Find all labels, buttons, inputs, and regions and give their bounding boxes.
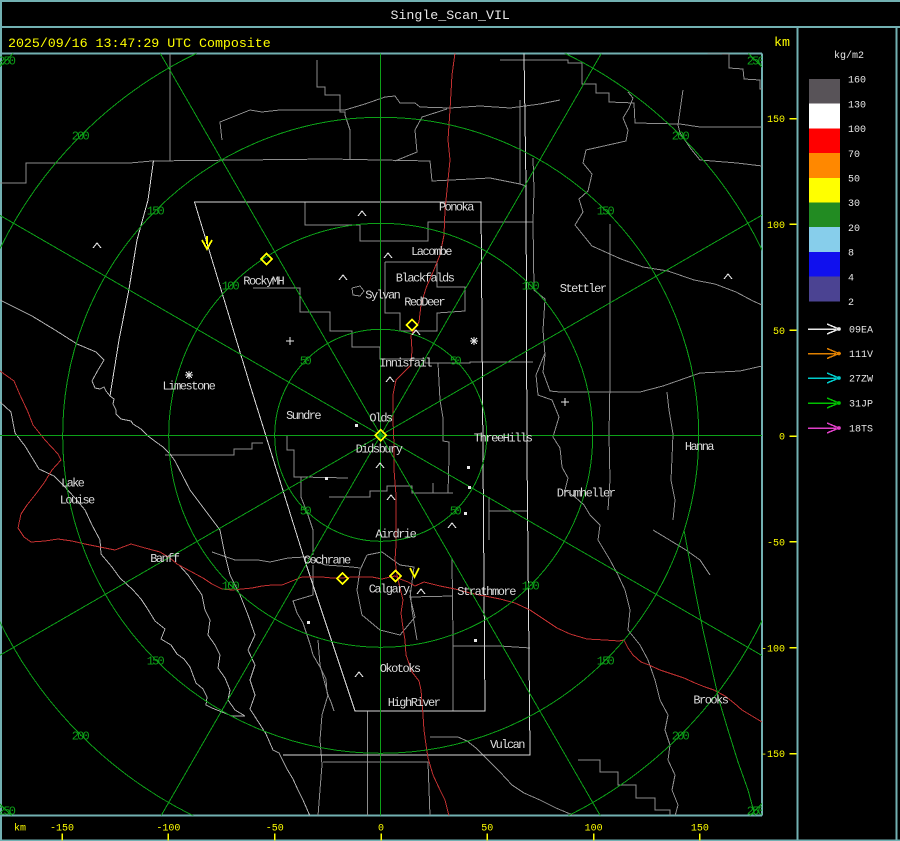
svg-text:200: 200 — [72, 129, 90, 143]
svg-text:200: 200 — [672, 729, 690, 743]
svg-text:Olds: Olds — [369, 411, 393, 425]
svg-text:31JP: 31JP — [849, 400, 873, 411]
svg-text:70: 70 — [848, 150, 860, 161]
svg-text:Airdrie: Airdrie — [375, 527, 416, 541]
svg-text:Limestone: Limestone — [163, 379, 216, 393]
svg-text:Single_Scan_VIL: Single_Scan_VIL — [391, 8, 510, 23]
svg-text:Vulcan: Vulcan — [490, 738, 526, 752]
svg-text:Okotoks: Okotoks — [380, 662, 421, 676]
svg-text:-150: -150 — [761, 750, 785, 761]
svg-text:Brooks: Brooks — [693, 694, 729, 708]
svg-text:50: 50 — [300, 504, 312, 518]
svg-text:150: 150 — [691, 823, 709, 834]
svg-text:-50: -50 — [266, 823, 284, 834]
svg-text:200: 200 — [72, 729, 90, 743]
svg-text:250: 250 — [0, 54, 16, 68]
svg-text:50: 50 — [450, 354, 462, 368]
svg-text:30: 30 — [848, 199, 860, 210]
svg-text:Hanna: Hanna — [685, 440, 715, 454]
svg-text:Cochrane: Cochrane — [304, 553, 351, 567]
svg-text:150: 150 — [767, 115, 785, 126]
svg-text:150: 150 — [147, 204, 165, 218]
svg-text:2025/09/16 13:47:29 UTC Compos: 2025/09/16 13:47:29 UTC Composite — [8, 36, 271, 51]
svg-text:Sundre: Sundre — [286, 409, 322, 423]
svg-text:-100: -100 — [156, 823, 180, 834]
svg-text:0: 0 — [779, 433, 785, 444]
svg-text:Didsbury: Didsbury — [356, 443, 403, 457]
svg-text:km: km — [14, 822, 26, 834]
svg-text:18TS: 18TS — [849, 425, 873, 436]
svg-text:27ZW: 27ZW — [849, 375, 873, 386]
svg-text:130: 130 — [848, 100, 866, 111]
svg-text:50: 50 — [773, 327, 785, 338]
svg-text:100: 100 — [585, 823, 603, 834]
svg-text:Stettler: Stettler — [560, 282, 607, 296]
svg-text:2: 2 — [848, 298, 854, 309]
svg-text:Ponoka: Ponoka — [439, 200, 475, 214]
svg-text:100: 100 — [848, 125, 866, 136]
svg-text:km: km — [774, 35, 790, 50]
svg-text:200: 200 — [672, 129, 690, 143]
svg-text:Drumheller: Drumheller — [557, 487, 616, 501]
svg-text:Strathmore: Strathmore — [457, 585, 516, 599]
svg-text:100: 100 — [222, 579, 240, 593]
svg-text:250: 250 — [747, 54, 765, 68]
svg-text:160: 160 — [848, 76, 866, 87]
svg-text:50: 50 — [450, 504, 462, 518]
svg-text:100: 100 — [522, 579, 540, 593]
svg-text:-50: -50 — [767, 539, 785, 550]
svg-text:150: 150 — [147, 654, 165, 668]
svg-text:-150: -150 — [50, 823, 74, 834]
svg-text:Louise: Louise — [60, 493, 95, 507]
svg-text:50: 50 — [848, 175, 860, 186]
svg-text:150: 150 — [597, 204, 615, 218]
svg-text:-100: -100 — [761, 644, 785, 655]
svg-text:Lake: Lake — [61, 477, 85, 491]
svg-text:100: 100 — [522, 279, 540, 293]
svg-text:kg/m2: kg/m2 — [834, 50, 864, 62]
svg-text:8: 8 — [848, 249, 854, 260]
svg-text:Innisfail: Innisfail — [379, 357, 432, 371]
svg-text:150: 150 — [597, 654, 615, 668]
svg-text:Sylvan: Sylvan — [365, 288, 401, 302]
svg-text:100: 100 — [222, 279, 240, 293]
svg-text:HighRiver: HighRiver — [388, 696, 441, 710]
svg-text:111V: 111V — [849, 350, 873, 361]
svg-text:RockyMH: RockyMH — [243, 275, 284, 289]
svg-text:09EA: 09EA — [849, 326, 873, 337]
svg-text:4: 4 — [848, 273, 854, 284]
svg-text:50: 50 — [481, 823, 493, 834]
svg-text:Banff: Banff — [150, 552, 180, 566]
svg-text:50: 50 — [300, 354, 312, 368]
svg-text:Blackfalds: Blackfalds — [396, 272, 455, 286]
svg-text:20: 20 — [848, 224, 860, 235]
svg-text:ThreeHills: ThreeHills — [474, 432, 533, 446]
svg-text:Calgary: Calgary — [369, 583, 410, 597]
svg-text:Lacombe: Lacombe — [411, 245, 452, 259]
svg-text:RedDeer: RedDeer — [404, 295, 445, 309]
svg-text:100: 100 — [767, 221, 785, 232]
svg-text:0: 0 — [378, 823, 384, 834]
